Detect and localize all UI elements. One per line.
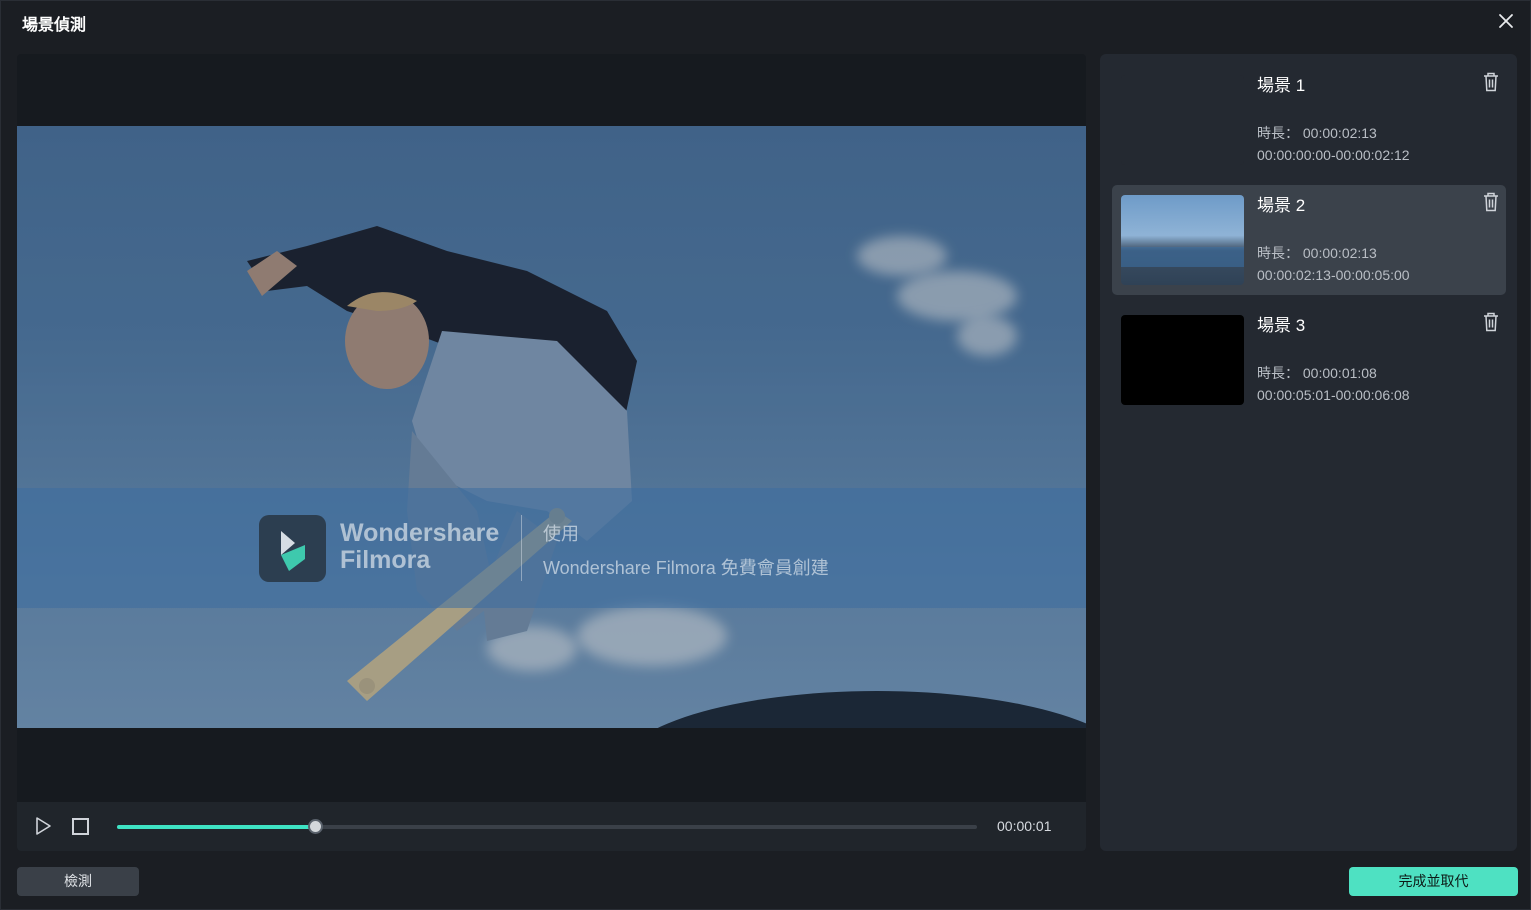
watermark-brand-line2: Filmora [340, 546, 431, 574]
scene-thumbnail [1121, 195, 1244, 285]
scene-title: 場景 3 [1257, 316, 1306, 335]
video-frame[interactable]: Wondershare Filmora 使用 Wondershare Filmo… [17, 126, 1086, 728]
close-icon[interactable] [1496, 11, 1516, 31]
watermark-text-line1: 使用 [543, 524, 579, 544]
filmora-logo-icon [259, 515, 326, 582]
scene-item-2[interactable]: 場景 2 時長： 00:00:02:13 00:00:02:13-00:00:0… [1112, 185, 1506, 295]
video-preview-panel: Wondershare Filmora 使用 Wondershare Filmo… [17, 54, 1086, 851]
scene-detection-dialog: 場景偵測 Wondershare Filmora 使用 Wondershare … [0, 0, 1531, 910]
title-bar: 場景偵測 [1, 1, 1530, 41]
progress-handle[interactable] [307, 819, 323, 834]
video-dim-overlay [17, 126, 1086, 728]
progress-fill [117, 825, 315, 829]
scene-title: 場景 2 [1257, 196, 1306, 215]
watermark-divider [521, 515, 522, 581]
scene-duration: 時長： 00:00:01:08 [1257, 365, 1377, 381]
dialog-title: 場景偵測 [22, 17, 87, 34]
watermark-brand: Wondershare Filmora [340, 520, 499, 574]
progress-slider[interactable] [117, 819, 977, 834]
stop-icon[interactable] [72, 818, 89, 835]
trash-icon[interactable] [1481, 71, 1501, 93]
trash-icon[interactable] [1481, 191, 1501, 213]
detect-button[interactable]: 檢測 [17, 867, 139, 896]
scene-duration: 時長： 00:00:02:13 [1257, 245, 1377, 261]
thumbnail-watermark [1121, 247, 1244, 267]
scene-thumbnail [1121, 75, 1244, 165]
trash-icon[interactable] [1481, 311, 1501, 333]
current-time: 00:00:01 [997, 818, 1052, 834]
scene-range: 00:00:00:00-00:00:02:12 [1257, 147, 1410, 163]
finish-and-replace-button[interactable]: 完成並取代 [1349, 867, 1518, 896]
play-icon[interactable] [33, 816, 53, 836]
watermark-brand-line1: Wondershare [340, 519, 500, 547]
scene-list-panel: 場景 1 時長： 00:00:02:13 00:00:00:00-00:00:0… [1100, 54, 1517, 851]
scene-title: 場景 1 [1257, 76, 1306, 95]
scene-item-3[interactable]: 場景 3 時長： 00:00:01:08 00:00:05:01-00:00:0… [1112, 305, 1506, 415]
watermark-band: Wondershare Filmora 使用 Wondershare Filmo… [17, 488, 1086, 608]
scene-range: 00:00:05:01-00:00:06:08 [1257, 387, 1410, 403]
scene-range: 00:00:02:13-00:00:05:00 [1257, 267, 1410, 283]
watermark-text-line2: Wondershare Filmora 免費會員創建 [543, 558, 829, 578]
playback-controls: 00:00:01 [17, 802, 1086, 851]
scene-item-1[interactable]: 場景 1 時長： 00:00:02:13 00:00:00:00-00:00:0… [1112, 65, 1506, 175]
scene-duration: 時長： 00:00:02:13 [1257, 125, 1377, 141]
scene-thumbnail [1121, 315, 1244, 405]
